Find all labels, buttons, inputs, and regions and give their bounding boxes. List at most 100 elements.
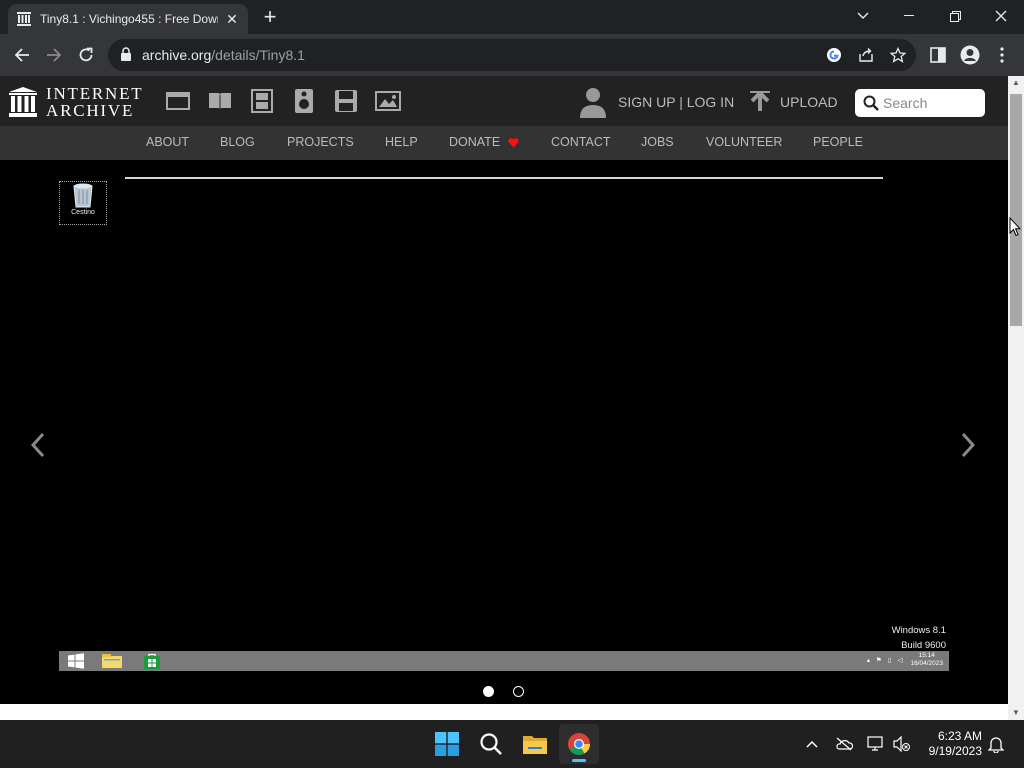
audio-icon[interactable] bbox=[291, 88, 317, 114]
heart-icon bbox=[508, 137, 519, 148]
nav-donate[interactable]: DONATE bbox=[449, 135, 519, 149]
browser-tab[interactable]: Tiny8.1 : Vichingo455 : Free Download, B… bbox=[8, 4, 248, 34]
carousel-dot-1[interactable] bbox=[483, 686, 494, 697]
new-tab-button[interactable]: + bbox=[258, 6, 282, 30]
minimize-button[interactable] bbox=[886, 0, 932, 32]
search-icon bbox=[863, 95, 879, 111]
ia-logo[interactable]: INTERNET ARCHIVE bbox=[8, 82, 144, 122]
back-arrow-icon[interactable] bbox=[10, 43, 34, 67]
profile-avatar-icon[interactable] bbox=[958, 43, 982, 67]
carousel-next-chevron-icon[interactable] bbox=[958, 430, 978, 460]
lock-icon[interactable] bbox=[120, 47, 134, 63]
search-input[interactable]: Search bbox=[855, 89, 985, 117]
sign-up-login-link[interactable]: SIGN UP | LOG IN bbox=[578, 86, 734, 118]
nav-donate-label: DONATE bbox=[449, 135, 501, 149]
win8-flag-icon: ⚑ bbox=[876, 657, 882, 664]
win8-explorer-icon bbox=[101, 653, 123, 669]
search-taskbar-icon[interactable] bbox=[477, 730, 505, 758]
chrome-taskbar-button[interactable] bbox=[559, 724, 599, 764]
internet-archive-favicon-icon bbox=[16, 11, 32, 27]
recycle-bin-icon bbox=[73, 183, 93, 208]
browser-toolbar: archive.org/details/Tiny8.1 bbox=[0, 34, 1024, 76]
share-icon[interactable] bbox=[856, 45, 876, 65]
search-placeholder: Search bbox=[883, 95, 928, 111]
win8-clock-date: 16/04/2023 bbox=[910, 660, 943, 667]
os-name: Windows 8.1 bbox=[891, 625, 946, 636]
win8-tray-chevron-icon: ▴ bbox=[866, 657, 871, 664]
close-window-button[interactable] bbox=[978, 0, 1024, 32]
nav-contact[interactable]: CONTACT bbox=[551, 135, 611, 149]
screenshot-progress-line bbox=[125, 177, 883, 179]
google-lens-icon[interactable] bbox=[824, 45, 844, 65]
scroll-down-arrow-icon[interactable]: ▼ bbox=[1008, 706, 1024, 720]
volume-muted-icon[interactable] bbox=[892, 734, 912, 754]
software-icon[interactable] bbox=[333, 88, 359, 114]
sign-up-label: SIGN UP | LOG IN bbox=[618, 94, 735, 110]
ia-nav-bar: ABOUT BLOG PROJECTS HELP DONATE CONTACT … bbox=[0, 126, 1008, 160]
video-icon[interactable] bbox=[249, 88, 275, 114]
restore-button[interactable] bbox=[932, 0, 978, 32]
kebab-menu-icon[interactable] bbox=[990, 43, 1014, 67]
screenshot-tray: ▴ ⚑ ▯ ◁ 15:14 16/04/2023 bbox=[867, 652, 943, 668]
network-icon[interactable] bbox=[866, 734, 886, 754]
screenshot-image: Cestino Windows 8.1 Build 9600 ▴ ⚑ ▯ ◁ 1… bbox=[59, 177, 949, 671]
nav-help[interactable]: HELP bbox=[385, 135, 418, 149]
windows-taskbar: 6:23 AM 9/19/2023 bbox=[0, 720, 1024, 768]
bookmark-star-icon[interactable] bbox=[888, 45, 908, 65]
side-panel-icon[interactable] bbox=[926, 43, 950, 67]
web-icon[interactable] bbox=[165, 88, 191, 114]
nav-jobs[interactable]: JOBS bbox=[641, 135, 674, 149]
address-bar[interactable]: archive.org/details/Tiny8.1 bbox=[108, 39, 916, 71]
forward-arrow-icon[interactable] bbox=[42, 43, 66, 67]
browser-tab-strip: Tiny8.1 : Vichingo455 : Free Download, B… bbox=[0, 0, 1024, 34]
nav-volunteer[interactable]: VOLUNTEER bbox=[706, 135, 782, 149]
mouse-cursor-icon bbox=[1009, 217, 1021, 237]
system-clock[interactable]: 6:23 AM 9/19/2023 bbox=[920, 729, 982, 759]
close-tab-icon[interactable]: ✕ bbox=[224, 11, 240, 27]
onedrive-offline-icon[interactable] bbox=[834, 734, 854, 754]
user-avatar-icon bbox=[580, 88, 606, 118]
win8-store-icon bbox=[143, 653, 161, 669]
tab-search-chevron-icon[interactable] bbox=[840, 0, 886, 32]
logo-text-line1: INTERNET bbox=[46, 84, 144, 103]
nav-blog[interactable]: BLOG bbox=[220, 135, 255, 149]
upload-label: UPLOAD bbox=[780, 94, 838, 110]
carousel-dot-2[interactable] bbox=[513, 686, 524, 697]
ia-header: INTERNET ARCHIVE SIGN UP | LOG IN UPLOAD… bbox=[0, 76, 1008, 126]
recycle-bin-label: Cestino bbox=[71, 209, 95, 216]
nav-about[interactable]: ABOUT bbox=[146, 135, 189, 149]
clock-time: 6:23 AM bbox=[937, 729, 982, 743]
screenshot-carousel: Cestino Windows 8.1 Build 9600 ▴ ⚑ ▯ ◁ 1… bbox=[0, 160, 1008, 704]
notification-bell-icon[interactable] bbox=[986, 734, 1006, 754]
page-scrollbar[interactable]: ▲ ▼ bbox=[1008, 76, 1024, 720]
tab-title: Tiny8.1 : Vichingo455 : Free Download, B… bbox=[40, 12, 218, 26]
win8-volume-icon: ◁ bbox=[897, 657, 903, 664]
win8-clock-time: 15:14 bbox=[918, 652, 935, 659]
active-app-indicator bbox=[572, 759, 586, 762]
show-hidden-icons-chevron-icon[interactable] bbox=[802, 734, 822, 754]
url-path: /details/Tiny8.1 bbox=[211, 47, 305, 63]
windows-watermark: Windows 8.1 Build 9600 bbox=[892, 623, 946, 653]
texts-icon[interactable] bbox=[207, 88, 233, 114]
windows-start-icon[interactable] bbox=[433, 730, 461, 758]
url-host: archive.org bbox=[142, 47, 212, 63]
scroll-up-arrow-icon[interactable]: ▲ bbox=[1008, 76, 1024, 90]
clock-date: 9/19/2023 bbox=[928, 744, 982, 758]
upload-link[interactable]: UPLOAD bbox=[750, 86, 838, 118]
images-icon[interactable] bbox=[375, 88, 401, 114]
win8-network-icon: ▯ bbox=[887, 657, 892, 664]
chrome-icon bbox=[565, 730, 593, 758]
screenshot-taskbar: ▴ ⚑ ▯ ◁ 15:14 16/04/2023 bbox=[59, 651, 949, 671]
page-content-below bbox=[0, 704, 1008, 720]
logo-text-line2: ARCHIVE bbox=[46, 101, 135, 120]
nav-projects[interactable]: PROJECTS bbox=[287, 135, 354, 149]
carousel-prev-chevron-icon[interactable] bbox=[28, 430, 48, 460]
file-explorer-icon[interactable] bbox=[521, 730, 549, 758]
win8-start-icon bbox=[67, 653, 85, 669]
upload-arrow-icon bbox=[750, 91, 770, 111]
recycle-bin-desktop-icon: Cestino bbox=[59, 181, 107, 225]
scroll-thumb[interactable] bbox=[1010, 94, 1022, 326]
reload-icon[interactable] bbox=[74, 43, 98, 67]
archive-building-icon bbox=[9, 87, 37, 117]
nav-people[interactable]: PEOPLE bbox=[813, 135, 863, 149]
